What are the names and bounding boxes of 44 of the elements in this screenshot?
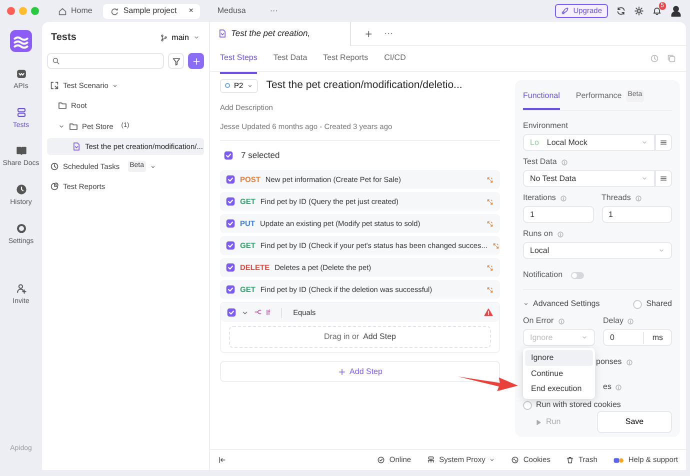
scenario-title: Test the pet creation/modification/deletio... — [266, 78, 462, 93]
delay-field[interactable]: 0 ms — [603, 329, 672, 346]
selection-count: 7 selected — [241, 149, 280, 162]
advanced-settings-toggle[interactable]: Advanced Settings — [523, 298, 600, 310]
field-label: Runs on — [523, 228, 553, 240]
menu-item[interactable]: End execution — [525, 381, 593, 397]
add-step-button[interactable]: Add Step — [220, 361, 500, 382]
field-label: Test Data — [523, 156, 557, 168]
setting-label: es — [603, 381, 612, 393]
number-field[interactable]: 1 — [523, 206, 594, 223]
cookies-checkbox[interactable]: Run with stored cookies — [523, 399, 672, 411]
field-label: Environment — [523, 120, 568, 132]
tab[interactable]: Test Steps — [220, 44, 258, 74]
document-tab[interactable]: Test the pet creation, — [210, 22, 352, 46]
branch-selector[interactable]: main — [160, 32, 200, 44]
app-tab[interactable]: Medusa — [210, 4, 253, 18]
add-step-link[interactable]: Add Step — [363, 331, 396, 343]
app-tab[interactable]: Sample project × — [103, 4, 200, 18]
app-tab[interactable]: Home — [51, 4, 100, 18]
save-button[interactable]: Save — [597, 411, 672, 433]
select-field[interactable]: Lo Local Mock — [523, 134, 655, 151]
field-label: On Error — [523, 315, 554, 327]
setting-label: ponses — [596, 356, 622, 368]
field-label: Notification — [523, 269, 563, 281]
tab[interactable]: Test Reports — [323, 44, 368, 74]
tab[interactable]: Functional — [523, 80, 560, 110]
select-field[interactable]: No Test Data — [523, 170, 655, 187]
select-field[interactable]: Local — [523, 242, 672, 259]
section-title: Tests — [51, 31, 76, 45]
menu-item[interactable]: Continue — [525, 366, 593, 382]
environment-prefix: Lo — [530, 136, 539, 148]
more-button[interactable]: ··· — [378, 26, 400, 42]
new-tab-button[interactable]: + — [359, 24, 378, 44]
tab[interactable]: CI/CD — [384, 44, 406, 74]
field-label: Threads — [602, 192, 631, 204]
field-label: Iterations — [523, 192, 556, 204]
field-label: Delay — [603, 315, 624, 327]
drop-zone[interactable]: Drag in or Add Step — [229, 326, 491, 348]
tab[interactable]: Test Data — [273, 44, 308, 74]
drop-hint: Drag in or — [324, 331, 360, 343]
number-field[interactable]: 1 — [602, 206, 672, 223]
menu-item[interactable]: Ignore — [525, 350, 593, 366]
shared-checkbox[interactable]: Shared — [633, 298, 672, 310]
app-tab[interactable]: ··· — [262, 4, 285, 18]
